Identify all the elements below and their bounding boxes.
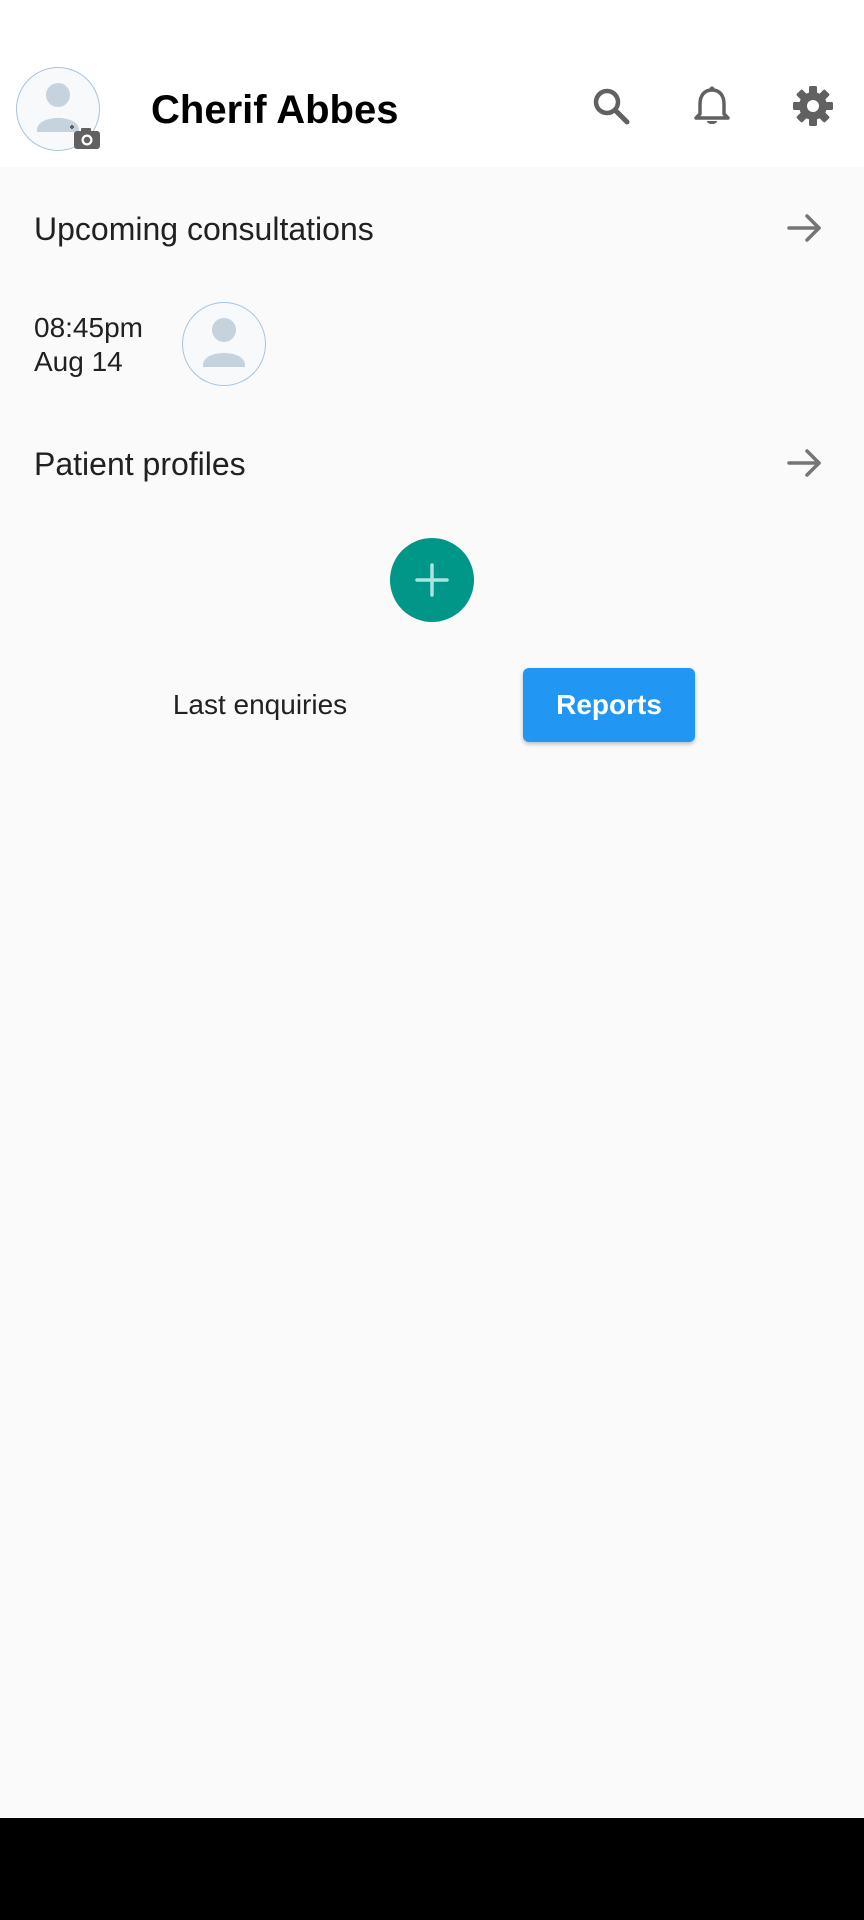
- gear-icon[interactable]: [791, 84, 835, 128]
- consultation-date-value: Aug 14: [34, 346, 123, 377]
- patient-profiles-row[interactable]: Patient profiles: [0, 435, 864, 495]
- consultation-time-value: 08:45pm: [34, 312, 143, 343]
- system-navigation-bar: [0, 1818, 864, 1920]
- search-icon[interactable]: [589, 84, 633, 128]
- arrow-forward-icon[interactable]: [785, 443, 825, 483]
- consultation-avatar: [182, 302, 266, 386]
- tab-last-enquiries[interactable]: Last enquiries: [120, 668, 400, 742]
- person-icon: [203, 318, 245, 367]
- patient-profiles-title: Patient profiles: [34, 446, 246, 482]
- upcoming-consultations-title: Upcoming consultations: [34, 211, 374, 247]
- tab-reports[interactable]: Reports: [523, 668, 695, 742]
- plus-icon: [415, 563, 449, 597]
- app-header: Cherif Abbes: [0, 0, 864, 167]
- add-patient-profile-button[interactable]: [390, 538, 474, 622]
- consultation-time: 08:45pm Aug 14: [34, 311, 143, 379]
- bell-icon[interactable]: [690, 84, 734, 128]
- user-name-title: Cherif Abbes: [151, 88, 399, 132]
- arrow-forward-icon[interactable]: [785, 208, 825, 248]
- upcoming-consultations-row[interactable]: Upcoming consultations: [0, 200, 864, 260]
- add-photo-icon[interactable]: [68, 121, 102, 151]
- profile-avatar-button[interactable]: [16, 67, 100, 151]
